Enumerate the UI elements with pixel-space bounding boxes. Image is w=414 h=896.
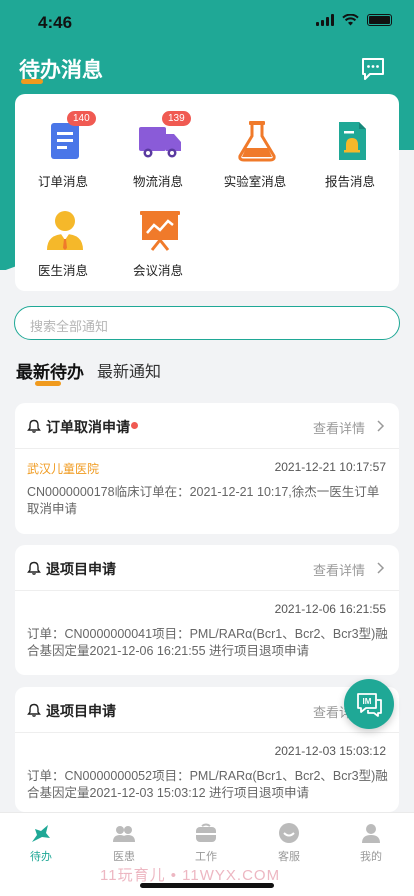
status-time: 4:46	[38, 13, 73, 32]
bell-icon	[27, 703, 41, 717]
todo-card[interactable]: 退项目申请 查看详情 2021-12-03 15:03:12 订单：CN0000…	[15, 687, 399, 812]
unread-dot	[131, 422, 138, 429]
view-details-link[interactable]: 查看详情	[313, 418, 365, 437]
active-tab-underline	[35, 381, 61, 386]
chevron-right-icon[interactable]	[376, 420, 385, 432]
category-label: 会议消息	[132, 264, 183, 278]
briefcase-icon	[196, 823, 216, 842]
card-title: 退项目申请	[46, 703, 116, 719]
tab-latest-notice[interactable]: 最新通知	[97, 358, 161, 382]
im-label: IM	[363, 697, 372, 706]
tabbar-profile[interactable]: 我的	[341, 821, 401, 864]
card-body: 订单：CN0000000041项目：PML/RARα(Bcr1、Bcr2、Bcr…	[27, 627, 388, 658]
card-title: 退项目申请	[46, 561, 116, 577]
tabbar-label: 医患	[113, 851, 135, 863]
card-header: 退项目申请 查看详情	[15, 545, 399, 591]
tabbar-label: 待办	[30, 851, 52, 863]
message-category-grid: 140 订单消息 139 物流消息 实验室消息 报告消息 医生消息 会议消息	[15, 94, 399, 291]
card-title: 订单取消申请	[46, 419, 130, 435]
category-label: 医生消息	[37, 264, 88, 278]
category-label: 报告消息	[324, 175, 375, 189]
status-icons	[316, 14, 392, 26]
im-chat-icon: IM	[357, 693, 382, 717]
todo-icon	[32, 825, 50, 842]
tabbar-work[interactable]: 工作	[176, 821, 236, 864]
card-header: 订单取消申请 查看详情	[15, 403, 399, 449]
category-label: 订单消息	[37, 175, 88, 189]
card-time: 2021-12-21 10:17:57	[274, 460, 386, 474]
profile-icon	[362, 824, 380, 843]
tabbar-label: 工作	[195, 851, 217, 863]
card-time: 2021-12-06 16:21:55	[274, 602, 386, 616]
home-indicator	[140, 883, 274, 888]
search-placeholder: 搜索全部通知	[30, 319, 109, 334]
tabbar-label: 我的	[360, 851, 382, 863]
tabbar-label: 客服	[278, 851, 300, 863]
category-label: 实验室消息	[223, 175, 287, 189]
category-label: 物流消息	[132, 175, 183, 189]
bell-icon	[27, 419, 41, 433]
card-time: 2021-12-03 15:03:12	[274, 744, 386, 758]
search-input[interactable]: 搜索全部通知	[14, 306, 400, 340]
tabbar-patients[interactable]: 医患	[94, 821, 154, 864]
tabbar-todo[interactable]: 待办	[11, 821, 71, 864]
watermark-text: 11玩育儿 • 11WYX.COM	[100, 867, 281, 884]
message-icon[interactable]	[360, 56, 386, 82]
im-chat-button[interactable]: IM	[344, 679, 394, 729]
logistics-badge: 139	[162, 111, 191, 126]
tab-latest-todo[interactable]: 最新待办	[16, 358, 84, 383]
bell-icon	[27, 561, 41, 575]
card-body: 订单：CN0000000052项目：PML/RARα(Bcr1、Bcr2、Bcr…	[27, 769, 388, 800]
lab-flask-icon	[238, 121, 276, 162]
view-details-link[interactable]: 查看详情	[313, 560, 365, 579]
doctor-icon	[47, 211, 83, 250]
tabbar-customer-service[interactable]: 客服	[259, 821, 319, 864]
order-badge: 140	[67, 111, 96, 126]
patients-icon	[113, 826, 135, 842]
card-body: CN0000000178临床订单在：2021-12-21 10:17,徐杰一医生…	[27, 485, 380, 516]
report-doc-icon	[339, 122, 366, 160]
todo-card[interactable]: 退项目申请 查看详情 2021-12-06 16:21:55 订单：CN0000…	[15, 545, 399, 675]
cellular-signal-icon	[316, 14, 334, 26]
card-header: 退项目申请 查看详情	[15, 687, 399, 733]
todo-card[interactable]: 订单取消申请 查看详情 武汉儿童医院 2021-12-21 10:17:57 C…	[15, 403, 399, 534]
meeting-board-icon	[140, 211, 180, 251]
chevron-right-icon[interactable]	[376, 562, 385, 574]
title-underline	[21, 79, 43, 84]
customer-service-icon	[279, 823, 299, 843]
wifi-icon	[342, 14, 359, 26]
hospital-name: 武汉儿童医院	[27, 462, 100, 476]
status-bar: 4:46	[0, 0, 414, 44]
battery-icon	[367, 14, 392, 26]
